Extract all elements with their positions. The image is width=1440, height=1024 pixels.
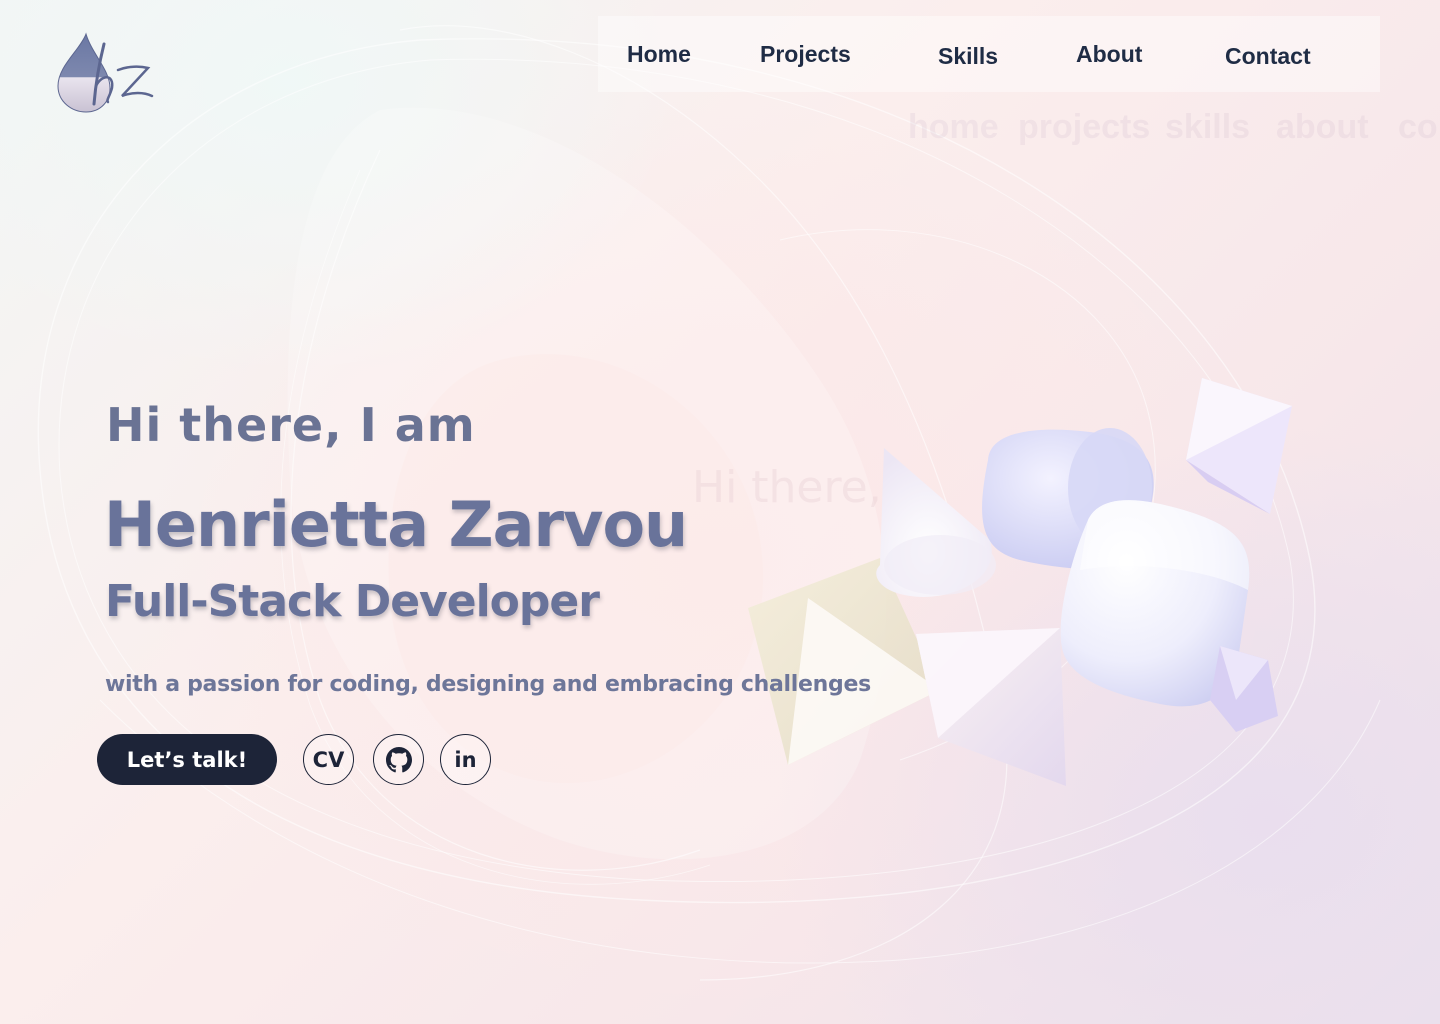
drop-logo-icon[interactable] (52, 30, 162, 120)
ghost-nav-skills: skills (1165, 108, 1251, 146)
linkedin-icon: in (454, 747, 477, 772)
hero-role: Full-Stack Developer (105, 576, 600, 627)
hero-tagline: with a passion for coding, designing and… (105, 672, 871, 697)
nav-contact[interactable]: Contact (1225, 18, 1311, 94)
ghost-nav-about: about (1276, 108, 1369, 146)
cv-button[interactable]: CV (303, 734, 354, 785)
hero-name: Henrietta Zarvou (104, 488, 688, 561)
nav-home[interactable]: Home (627, 16, 691, 92)
nav-projects[interactable]: Projects (760, 16, 851, 92)
ghost-nav-contact: co (1398, 108, 1438, 146)
linkedin-button[interactable]: in (440, 734, 491, 785)
cv-label: CV (312, 747, 345, 772)
nav-skills[interactable]: Skills (938, 18, 998, 94)
shapes-illustration (748, 378, 1292, 786)
main-nav: Home Projects Skills About Contact (598, 16, 1380, 92)
ghost-nav-home: home (908, 108, 999, 146)
ghost-nav-projects: projects (1018, 108, 1151, 146)
github-icon (385, 746, 412, 772)
github-button[interactable] (373, 734, 424, 785)
lets-talk-button[interactable]: Let’s talk! (97, 734, 277, 785)
nav-about[interactable]: About (1076, 16, 1142, 92)
hero-greeting: Hi there, I am (106, 398, 476, 452)
